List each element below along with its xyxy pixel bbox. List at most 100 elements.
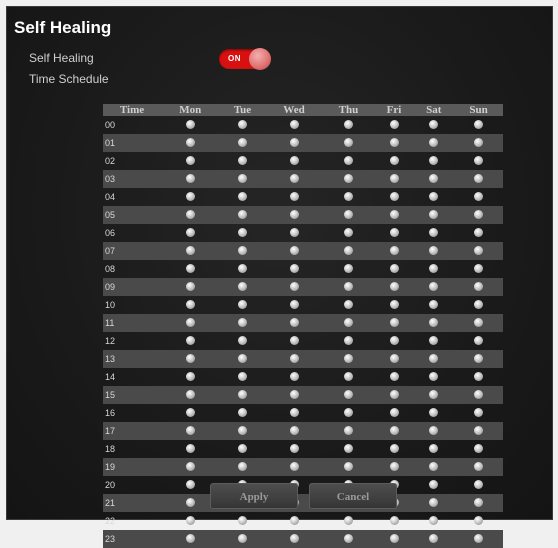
schedule-slot-mon-12[interactable]: [185, 336, 195, 346]
schedule-slot-sun-07[interactable]: [474, 246, 484, 256]
schedule-slot-sun-17[interactable]: [474, 426, 484, 436]
schedule-slot-tue-13[interactable]: [238, 354, 248, 364]
schedule-slot-thu-09[interactable]: [343, 282, 353, 292]
schedule-slot-thu-11[interactable]: [343, 318, 353, 328]
apply-button[interactable]: Apply: [210, 483, 298, 509]
schedule-slot-mon-05[interactable]: [185, 210, 195, 220]
schedule-slot-sun-22[interactable]: [474, 516, 484, 526]
schedule-slot-wed-07[interactable]: [289, 246, 299, 256]
schedule-slot-wed-17[interactable]: [289, 426, 299, 436]
schedule-slot-mon-03[interactable]: [185, 174, 195, 184]
schedule-slot-tue-18[interactable]: [238, 444, 248, 454]
schedule-slot-wed-12[interactable]: [289, 336, 299, 346]
schedule-slot-wed-05[interactable]: [289, 210, 299, 220]
schedule-slot-wed-23[interactable]: [289, 534, 299, 544]
schedule-slot-mon-10[interactable]: [185, 300, 195, 310]
schedule-slot-sat-23[interactable]: [429, 534, 439, 544]
schedule-slot-thu-15[interactable]: [343, 390, 353, 400]
schedule-slot-thu-23[interactable]: [343, 534, 353, 544]
schedule-slot-tue-05[interactable]: [238, 210, 248, 220]
schedule-slot-sat-07[interactable]: [429, 246, 439, 256]
schedule-slot-sat-02[interactable]: [429, 156, 439, 166]
schedule-slot-sat-06[interactable]: [429, 228, 439, 238]
schedule-slot-sun-15[interactable]: [474, 390, 484, 400]
schedule-slot-mon-13[interactable]: [185, 354, 195, 364]
schedule-slot-sat-15[interactable]: [429, 390, 439, 400]
schedule-slot-mon-01[interactable]: [185, 138, 195, 148]
schedule-slot-fri-06[interactable]: [389, 228, 399, 238]
schedule-slot-fri-17[interactable]: [389, 426, 399, 436]
schedule-slot-wed-02[interactable]: [289, 156, 299, 166]
schedule-slot-fri-16[interactable]: [389, 408, 399, 418]
schedule-slot-thu-05[interactable]: [343, 210, 353, 220]
schedule-slot-wed-22[interactable]: [289, 516, 299, 526]
schedule-slot-sat-12[interactable]: [429, 336, 439, 346]
schedule-slot-mon-08[interactable]: [185, 264, 195, 274]
schedule-slot-sat-05[interactable]: [429, 210, 439, 220]
schedule-slot-sat-17[interactable]: [429, 426, 439, 436]
schedule-slot-mon-23[interactable]: [185, 534, 195, 544]
schedule-slot-mon-04[interactable]: [185, 192, 195, 202]
schedule-slot-fri-02[interactable]: [389, 156, 399, 166]
schedule-slot-fri-09[interactable]: [389, 282, 399, 292]
schedule-slot-mon-02[interactable]: [185, 156, 195, 166]
schedule-slot-thu-00[interactable]: [343, 120, 353, 130]
schedule-slot-sun-12[interactable]: [474, 336, 484, 346]
schedule-slot-sat-09[interactable]: [429, 282, 439, 292]
schedule-slot-sun-13[interactable]: [474, 354, 484, 364]
schedule-slot-fri-10[interactable]: [389, 300, 399, 310]
schedule-slot-thu-22[interactable]: [343, 516, 353, 526]
schedule-slot-fri-14[interactable]: [389, 372, 399, 382]
toggle-knob[interactable]: [249, 48, 271, 70]
schedule-slot-sun-01[interactable]: [474, 138, 484, 148]
schedule-slot-tue-16[interactable]: [238, 408, 248, 418]
schedule-slot-wed-04[interactable]: [289, 192, 299, 202]
self-healing-toggle[interactable]: ON: [219, 48, 271, 70]
schedule-slot-fri-08[interactable]: [389, 264, 399, 274]
schedule-slot-sun-19[interactable]: [474, 462, 484, 472]
schedule-slot-fri-11[interactable]: [389, 318, 399, 328]
schedule-slot-fri-22[interactable]: [389, 516, 399, 526]
schedule-slot-sat-00[interactable]: [429, 120, 439, 130]
schedule-slot-sat-10[interactable]: [429, 300, 439, 310]
schedule-slot-tue-11[interactable]: [238, 318, 248, 328]
schedule-slot-wed-16[interactable]: [289, 408, 299, 418]
schedule-slot-thu-16[interactable]: [343, 408, 353, 418]
schedule-slot-thu-03[interactable]: [343, 174, 353, 184]
schedule-slot-mon-16[interactable]: [185, 408, 195, 418]
schedule-slot-thu-12[interactable]: [343, 336, 353, 346]
schedule-slot-wed-18[interactable]: [289, 444, 299, 454]
schedule-slot-thu-19[interactable]: [343, 462, 353, 472]
schedule-slot-fri-03[interactable]: [389, 174, 399, 184]
schedule-slot-tue-00[interactable]: [238, 120, 248, 130]
schedule-slot-sat-20[interactable]: [429, 480, 439, 490]
schedule-slot-wed-08[interactable]: [289, 264, 299, 274]
schedule-slot-tue-08[interactable]: [238, 264, 248, 274]
schedule-slot-thu-08[interactable]: [343, 264, 353, 274]
schedule-slot-tue-17[interactable]: [238, 426, 248, 436]
schedule-slot-tue-23[interactable]: [238, 534, 248, 544]
schedule-slot-mon-14[interactable]: [185, 372, 195, 382]
schedule-slot-fri-05[interactable]: [389, 210, 399, 220]
schedule-slot-mon-17[interactable]: [185, 426, 195, 436]
schedule-slot-thu-06[interactable]: [343, 228, 353, 238]
schedule-slot-mon-19[interactable]: [185, 462, 195, 472]
schedule-slot-fri-04[interactable]: [389, 192, 399, 202]
schedule-slot-sun-04[interactable]: [474, 192, 484, 202]
schedule-slot-mon-15[interactable]: [185, 390, 195, 400]
schedule-slot-sun-10[interactable]: [474, 300, 484, 310]
schedule-slot-sun-16[interactable]: [474, 408, 484, 418]
schedule-slot-wed-19[interactable]: [289, 462, 299, 472]
schedule-slot-sat-04[interactable]: [429, 192, 439, 202]
schedule-slot-thu-07[interactable]: [343, 246, 353, 256]
cancel-button[interactable]: Cancel: [309, 483, 397, 509]
schedule-slot-tue-03[interactable]: [238, 174, 248, 184]
schedule-slot-thu-10[interactable]: [343, 300, 353, 310]
schedule-slot-sun-05[interactable]: [474, 210, 484, 220]
schedule-slot-sun-09[interactable]: [474, 282, 484, 292]
schedule-slot-wed-11[interactable]: [289, 318, 299, 328]
schedule-slot-tue-22[interactable]: [238, 516, 248, 526]
schedule-slot-tue-01[interactable]: [238, 138, 248, 148]
schedule-slot-tue-10[interactable]: [238, 300, 248, 310]
schedule-slot-sat-22[interactable]: [429, 516, 439, 526]
